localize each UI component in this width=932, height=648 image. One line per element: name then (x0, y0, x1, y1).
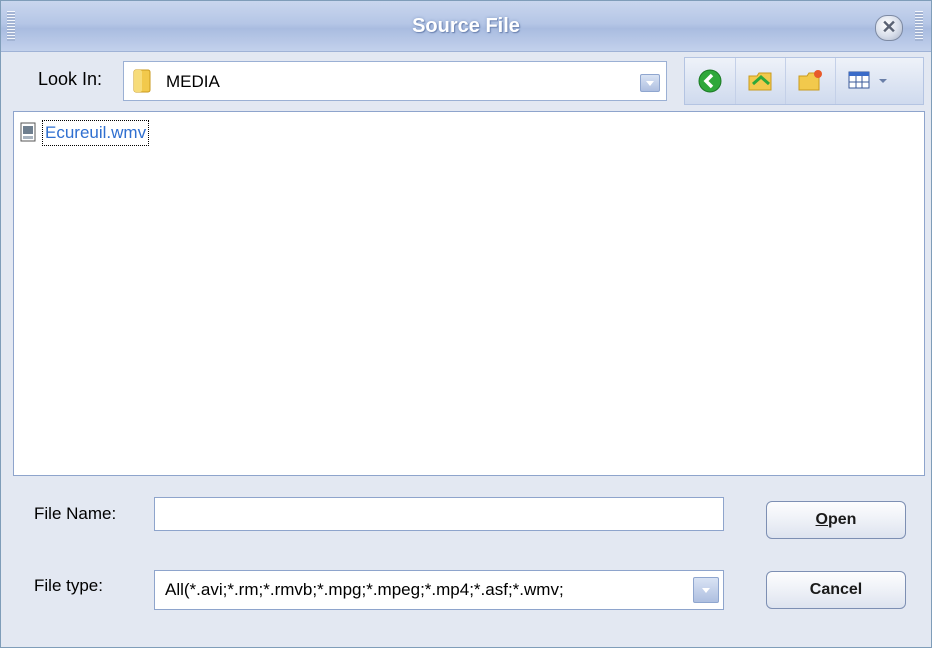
chevron-down-icon[interactable] (640, 74, 660, 92)
back-button[interactable] (685, 58, 736, 104)
file-name[interactable]: Ecureuil.wmv (42, 120, 150, 146)
up-folder-button[interactable] (735, 58, 786, 104)
title-bar[interactable]: Source File ✕ (1, 1, 931, 52)
window-title: Source File (412, 15, 520, 37)
chevron-down-icon[interactable] (693, 577, 719, 603)
cancel-button[interactable]: Cancel (766, 571, 906, 609)
folder-icon (133, 69, 151, 93)
look-in-value: MEDIA (166, 72, 220, 91)
up-folder-icon (748, 72, 772, 91)
file-name-input[interactable] (154, 497, 724, 531)
new-folder-button[interactable] (785, 58, 836, 104)
file-type-label: File type: (34, 576, 103, 595)
video-file-icon (20, 122, 36, 142)
file-type-value: All(*.avi;*.rm;*.rmvb;*.mpg;*.mpeg;*.mp4… (165, 580, 564, 599)
file-type-select[interactable]: All(*.avi;*.rm;*.rmvb;*.mpg;*.mpeg;*.mp4… (154, 570, 724, 610)
look-in-label: Look In: (38, 69, 103, 89)
grip-right-icon (915, 11, 923, 41)
close-button[interactable]: ✕ (875, 15, 903, 41)
file-name-label: File Name: (34, 504, 117, 523)
view-menu-button[interactable] (835, 58, 923, 104)
file-list[interactable]: Ecureuil.wmv (13, 111, 925, 476)
new-folder-icon (798, 70, 822, 91)
open-button[interactable]: Open (766, 501, 906, 539)
toolbar (684, 57, 924, 105)
open-button-label: pen (828, 511, 857, 528)
look-in-combo[interactable]: MEDIA (123, 61, 667, 101)
back-icon (698, 69, 722, 93)
open-button-mnemonic: O (815, 511, 828, 528)
source-file-dialog: Source File ✕ Look In: MEDIA Ecureuil.wm… (0, 0, 932, 648)
view-menu-icon (848, 71, 887, 89)
